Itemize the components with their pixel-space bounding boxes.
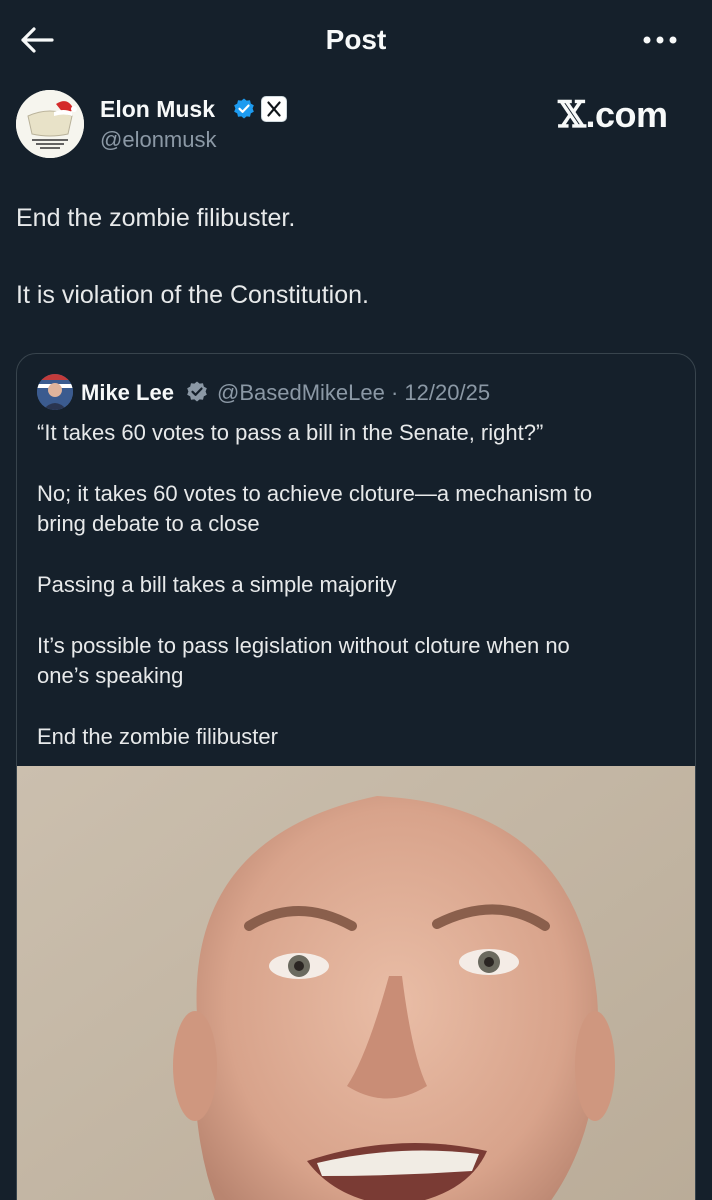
quote-line: End the zombie filibuster [37,724,278,749]
x-logo-icon [261,96,287,122]
page-title: Post [325,24,387,55]
avatar[interactable] [16,90,84,158]
watermark-rest: .com [585,94,668,135]
quote-avatar[interactable] [37,374,73,410]
x-com-watermark: 𝕏.com [558,94,668,136]
author-handle[interactable]: @elonmusk [100,127,217,153]
post-paragraph: It is violation of the Constitution. [16,281,369,309]
top-bar: Post [0,0,712,80]
verified-badge-icon [234,98,254,119]
verified-badge-icon [187,381,207,402]
author-name[interactable]: Elon Musk [100,96,215,123]
quote-line: It’s possible to pass legislation withou… [37,633,570,658]
quote-line: “It takes 60 votes to pass a bill in the… [37,420,544,445]
quote-line: No; it takes 60 votes to achieve cloture… [37,481,593,506]
post-paragraph: End the zombie filibuster. [16,204,296,232]
more-horizontal-icon[interactable] [640,28,680,52]
watermark-x: 𝕏 [558,94,586,136]
quote-line: one’s speaking [37,663,184,688]
quote-video-thumbnail[interactable] [17,766,695,1200]
quoted-post[interactable]: Mike Lee @BasedMikeLee · 12/20/25 “It ta… [16,353,696,1200]
quote-author-name[interactable]: Mike Lee [81,380,174,406]
quote-line: Passing a bill takes a simple majority [37,572,397,597]
quote-line: bring debate to a close [37,511,260,536]
quote-author-handle-date: @BasedMikeLee · 12/20/25 [217,380,491,405]
